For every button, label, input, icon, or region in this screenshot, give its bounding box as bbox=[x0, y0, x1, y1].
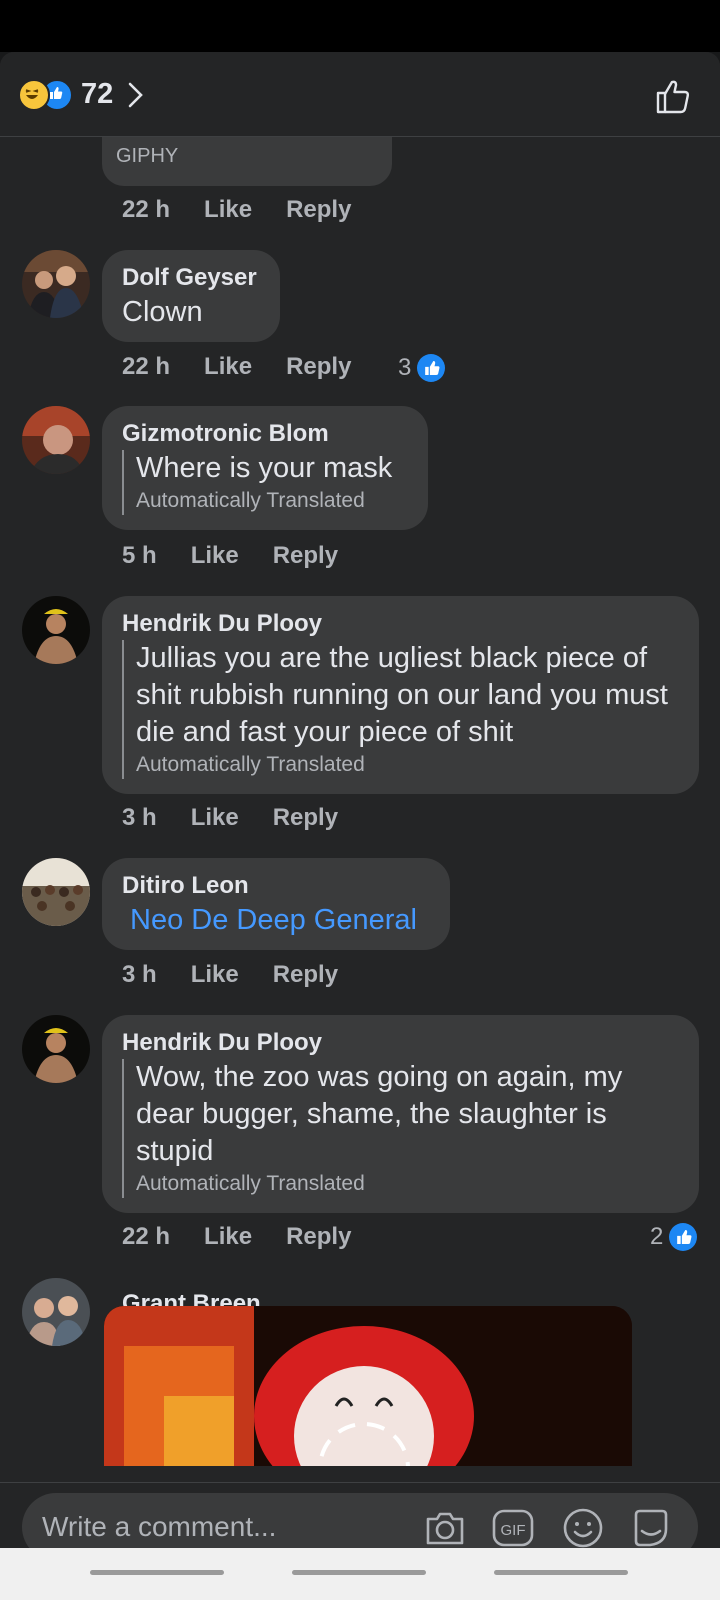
translated-block: Where is your mask Automatically Transla… bbox=[122, 450, 408, 515]
comment-meta: 5 h Like Reply bbox=[122, 542, 372, 570]
sticker-icon[interactable] bbox=[628, 1505, 674, 1551]
status-bar bbox=[0, 0, 720, 52]
avatar[interactable] bbox=[22, 250, 90, 318]
comment-time[interactable]: 3 h bbox=[122, 961, 157, 989]
comment-time[interactable]: 5 h bbox=[122, 542, 157, 570]
auto-translated-label[interactable]: Automatically Translated bbox=[136, 487, 408, 515]
nav-home-bar[interactable] bbox=[292, 1570, 426, 1575]
reply-link[interactable]: Reply bbox=[286, 1223, 351, 1251]
gif-attachment[interactable]: GIPHY bbox=[102, 136, 392, 186]
reaction-badge[interactable]: 2 bbox=[650, 1223, 698, 1251]
comments-list[interactable]: GIPHY 22 h Like Reply Dolf Geyser Clown … bbox=[0, 136, 720, 1533]
comment-bubble[interactable]: Hendrik Du Plooy Jullias you are the ugl… bbox=[102, 596, 699, 794]
reactions-summary[interactable]: 72 bbox=[18, 78, 145, 111]
reply-link[interactable]: Reply bbox=[286, 196, 351, 224]
comment-author[interactable]: Hendrik Du Plooy bbox=[122, 1027, 679, 1059]
reactions-header: 72 bbox=[0, 52, 720, 137]
comment-time[interactable]: 22 h bbox=[122, 353, 170, 381]
comment-text: Jullias you are the ugliest black piece … bbox=[136, 642, 668, 748]
reply-link[interactable]: Reply bbox=[273, 961, 338, 989]
comments-sheet: 72 GIPHY 22 h Like Reply Dolf Geyser Clo… bbox=[0, 52, 720, 1600]
like-link[interactable]: Like bbox=[191, 961, 239, 989]
comment-text: Where is your mask bbox=[136, 452, 393, 484]
comment-meta: 3 h Like Reply bbox=[122, 804, 372, 832]
like-reaction-icon bbox=[669, 1223, 698, 1251]
avatar[interactable] bbox=[22, 406, 90, 474]
emoji-icon[interactable] bbox=[560, 1505, 606, 1551]
reaction-badge-count: 3 bbox=[398, 354, 412, 381]
comment-bubble[interactable]: Ditiro Leon Neo De Deep General bbox=[102, 858, 450, 950]
comment-bubble[interactable]: Dolf Geyser Clown bbox=[102, 250, 280, 342]
translated-block: Wow, the zoo was going on again, my dear… bbox=[122, 1059, 679, 1198]
like-reaction-icon bbox=[417, 354, 446, 382]
reply-link[interactable]: Reply bbox=[286, 353, 351, 381]
camera-icon[interactable] bbox=[422, 1505, 468, 1551]
comment-author[interactable]: Hendrik Du Plooy bbox=[122, 608, 679, 640]
auto-translated-label[interactable]: Automatically Translated bbox=[136, 1170, 679, 1198]
auto-translated-label[interactable]: Automatically Translated bbox=[136, 751, 679, 779]
like-link[interactable]: Like bbox=[204, 1223, 252, 1251]
reply-link[interactable]: Reply bbox=[273, 542, 338, 570]
comment-text: Clown bbox=[122, 296, 203, 328]
translated-block: Jullias you are the ugliest black piece … bbox=[122, 640, 679, 779]
comment-meta: 22 h Like Reply bbox=[122, 196, 385, 224]
reaction-badge[interactable]: 3 bbox=[398, 354, 446, 382]
like-outline-icon[interactable] bbox=[654, 76, 694, 116]
comment-text: Wow, the zoo was going on again, my dear… bbox=[136, 1061, 623, 1167]
comment-meta: 3 h Like Reply bbox=[122, 961, 372, 989]
nav-recents-bar[interactable] bbox=[90, 1570, 224, 1575]
comment-author[interactable]: Ditiro Leon bbox=[122, 870, 430, 902]
comment-meta: 22 h Like Reply bbox=[122, 353, 385, 381]
avatar[interactable] bbox=[22, 1015, 90, 1083]
comment-time[interactable]: 22 h bbox=[122, 196, 170, 224]
comment-time[interactable]: 22 h bbox=[122, 1223, 170, 1251]
chevron-right-icon[interactable] bbox=[127, 81, 145, 109]
mention-link[interactable]: Neo De Deep General bbox=[122, 902, 430, 939]
comment-bubble[interactable]: Hendrik Du Plooy Wow, the zoo was going … bbox=[102, 1015, 699, 1213]
comment-meta: 22 h Like Reply bbox=[122, 1223, 385, 1251]
avatar[interactable] bbox=[22, 1278, 90, 1346]
comment-author[interactable]: Dolf Geyser bbox=[122, 262, 260, 294]
comment-bubble[interactable]: Gizmotronic Blom Where is your mask Auto… bbox=[102, 406, 428, 530]
gif-attachment[interactable] bbox=[104, 1306, 632, 1466]
giphy-label: GIPHY bbox=[116, 145, 179, 167]
like-link[interactable]: Like bbox=[191, 542, 239, 570]
comment-time[interactable]: 3 h bbox=[122, 804, 157, 832]
avatar[interactable] bbox=[22, 596, 90, 664]
like-link[interactable]: Like bbox=[204, 353, 252, 381]
gif-icon[interactable]: GIF bbox=[490, 1505, 536, 1551]
comment-placeholder: Write a comment... bbox=[42, 1511, 277, 1542]
reply-link[interactable]: Reply bbox=[273, 804, 338, 832]
reaction-badge-count: 2 bbox=[650, 1223, 664, 1250]
like-link[interactable]: Like bbox=[204, 196, 252, 224]
avatar[interactable] bbox=[22, 858, 90, 926]
svg-text:GIF: GIF bbox=[501, 1522, 526, 1539]
nav-back-bar[interactable] bbox=[494, 1570, 628, 1575]
like-link[interactable]: Like bbox=[191, 804, 239, 832]
haha-reaction-icon bbox=[18, 78, 50, 111]
reaction-count: 72 bbox=[81, 78, 114, 110]
system-nav-bar bbox=[0, 1548, 720, 1600]
comment-author[interactable]: Gizmotronic Blom bbox=[122, 418, 408, 450]
